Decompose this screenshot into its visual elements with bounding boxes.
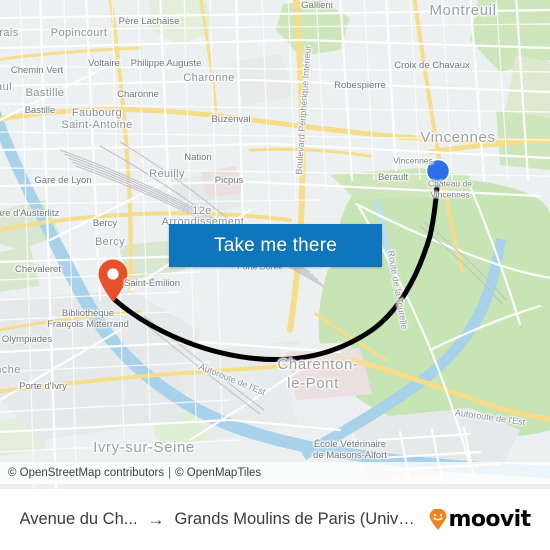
openmaptiles-attribution-link[interactable]: © OpenMapTiles — [175, 467, 261, 479]
take-me-there-label: Take me there — [214, 234, 337, 256]
map-canvas[interactable]: Père Lachaise Gallieni Montreuil Popincourt… — [0, 0, 550, 489]
route-destination-label[interactable]: Grands Moulins de Paris (Universit... — [175, 510, 420, 529]
moovit-logo[interactable]: moovit — [429, 506, 532, 532]
route-footer-bar: Avenue du Ch... → Grands Moulins de Pari… — [0, 489, 550, 550]
moovit-map-widget: Père Lachaise Gallieni Montreuil Popincourt… — [0, 0, 550, 550]
openstreetmap-attribution-link[interactable]: © OpenStreetMap contributors — [8, 467, 164, 479]
take-me-there-button[interactable]: Take me there — [169, 224, 382, 267]
route-origin-label[interactable]: Avenue du Ch... — [20, 510, 138, 529]
moovit-wordmark: moovit — [448, 506, 532, 532]
arrow-right-icon: → — [147, 510, 165, 529]
origin-dot-marker — [425, 158, 451, 184]
moovit-pin-icon — [429, 509, 446, 530]
attribution-separator: | — [168, 467, 172, 479]
map-attribution-bar: © OpenStreetMap contributors | © OpenMap… — [0, 462, 550, 484]
